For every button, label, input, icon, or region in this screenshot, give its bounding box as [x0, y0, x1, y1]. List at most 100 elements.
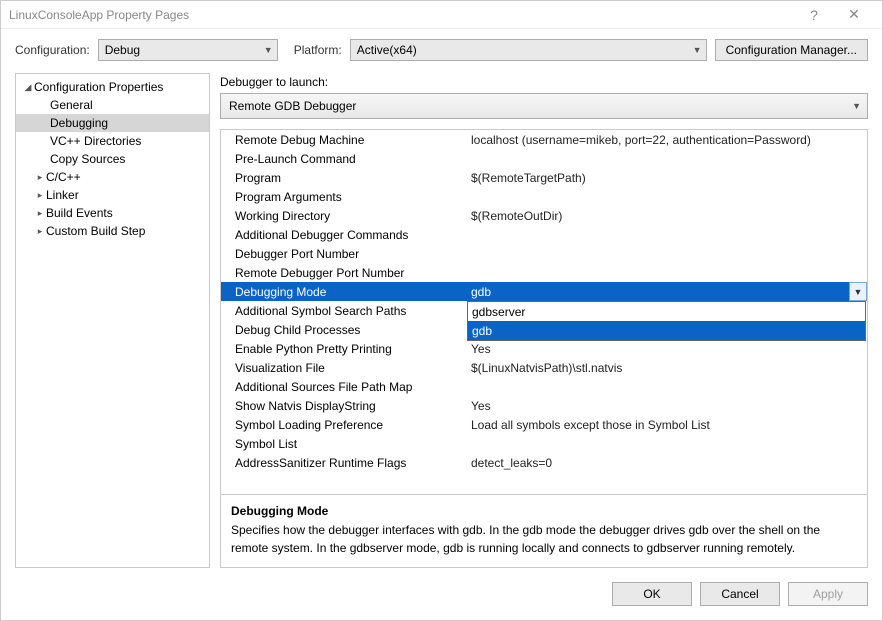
property-row[interactable]: Additional Debugger Commands [221, 225, 867, 244]
property-row[interactable]: Additional Sources File Path Map [221, 377, 867, 396]
dropdown-option[interactable]: gdbserver [468, 302, 865, 321]
property-name: Debug Child Processes [221, 323, 467, 337]
description-pane: Debugging Mode Specifies how the debugge… [221, 494, 867, 567]
tree-expand-icon[interactable]: ▸ [34, 190, 46, 201]
property-row[interactable]: Remote Debugger Port Number [221, 263, 867, 282]
property-row[interactable]: Visualization File$(LinuxNatvisPath)\stl… [221, 358, 867, 377]
property-row[interactable]: Pre-Launch Command [221, 149, 867, 168]
dropdown-button[interactable]: ▼ [849, 282, 867, 301]
tree-item[interactable]: ▸Custom Build Step [16, 222, 209, 240]
property-name: Program [221, 171, 467, 185]
configuration-value: Debug [105, 43, 140, 57]
property-name: Working Directory [221, 209, 467, 223]
tree-root[interactable]: ◢ Configuration Properties [16, 78, 209, 96]
titlebar: LinuxConsoleApp Property Pages ? ✕ [1, 1, 882, 29]
chevron-down-icon: ▼ [264, 45, 273, 55]
property-value[interactable]: Load all symbols except those in Symbol … [467, 418, 867, 432]
configuration-manager-button[interactable]: Configuration Manager... [715, 39, 868, 61]
property-name: Show Natvis DisplayString [221, 399, 467, 413]
property-row[interactable]: AddressSanitizer Runtime Flagsdetect_lea… [221, 453, 867, 472]
window-title: LinuxConsoleApp Property Pages [9, 8, 794, 22]
chevron-down-icon: ▼ [852, 101, 861, 111]
platform-value: Active(x64) [357, 43, 417, 57]
property-name: Visualization File [221, 361, 467, 375]
tree-item-label: C/C++ [46, 170, 81, 184]
property-value[interactable]: $(LinuxNatvisPath)\stl.natvis [467, 361, 867, 375]
platform-label: Platform: [294, 43, 342, 57]
nav-tree[interactable]: ◢ Configuration Properties General Debugg… [15, 73, 210, 568]
debugger-launch-combo[interactable]: Remote GDB Debugger ▼ [220, 93, 868, 119]
property-name: Additional Symbol Search Paths [221, 304, 467, 318]
cancel-button[interactable]: Cancel [700, 582, 780, 606]
tree-item[interactable]: Copy Sources [16, 150, 209, 168]
property-row[interactable]: Symbol List [221, 434, 867, 453]
description-heading: Debugging Mode [231, 503, 857, 520]
configuration-combo[interactable]: Debug ▼ [98, 39, 278, 61]
ok-button[interactable]: OK [612, 582, 692, 606]
property-name: Additional Sources File Path Map [221, 380, 467, 394]
property-name: Debugging Mode [221, 285, 467, 299]
tree-item[interactable]: VC++ Directories [16, 132, 209, 150]
property-value[interactable]: Yes [467, 399, 867, 413]
property-row[interactable]: Debugger Port Number [221, 244, 867, 263]
property-row[interactable]: Program Arguments [221, 187, 867, 206]
tree-item[interactable]: ▸Linker [16, 186, 209, 204]
apply-button: Apply [788, 582, 868, 606]
property-row[interactable]: Working Directory$(RemoteOutDir) [221, 206, 867, 225]
debugger-launch-value: Remote GDB Debugger [229, 99, 356, 113]
property-row[interactable]: Symbol Loading PreferenceLoad all symbol… [221, 415, 867, 434]
debugger-launch-label: Debugger to launch: [220, 73, 868, 93]
help-icon[interactable]: ? [794, 7, 834, 23]
tree-item[interactable]: ▸C/C++ [16, 168, 209, 186]
tree-item-label: Custom Build Step [46, 224, 145, 238]
property-name: Enable Python Pretty Printing [221, 342, 467, 356]
property-grid-container: Remote Debug Machinelocalhost (username=… [220, 129, 868, 568]
property-value[interactable]: $(RemoteTargetPath) [467, 171, 867, 185]
property-pages-dialog: LinuxConsoleApp Property Pages ? ✕ Confi… [0, 0, 883, 621]
tree-item-label: Build Events [46, 206, 113, 220]
tree-collapse-icon[interactable]: ◢ [22, 82, 34, 93]
tree-item-label: Debugging [50, 116, 108, 130]
property-row[interactable]: Enable Python Pretty PrintingYes [221, 339, 867, 358]
tree-item[interactable]: Debugging [16, 114, 209, 132]
dialog-body: ◢ Configuration Properties General Debugg… [1, 69, 882, 572]
tree-item[interactable]: General [16, 96, 209, 114]
property-row[interactable]: Debugging Modegdb [221, 282, 867, 301]
platform-combo[interactable]: Active(x64) ▼ [350, 39, 707, 61]
configuration-label: Configuration: [15, 43, 90, 57]
tree-item[interactable]: ▸Build Events [16, 204, 209, 222]
property-row[interactable]: Program$(RemoteTargetPath) [221, 168, 867, 187]
tree-expand-icon[interactable]: ▸ [34, 226, 46, 237]
tree-expand-icon[interactable]: ▸ [34, 172, 46, 183]
tree-root-label: Configuration Properties [34, 80, 163, 94]
dropdown-option[interactable]: gdb [468, 321, 865, 340]
chevron-down-icon: ▼ [693, 45, 702, 55]
tree-item-label: VC++ Directories [50, 134, 141, 148]
property-name: Pre-Launch Command [221, 152, 467, 166]
property-value[interactable]: $(RemoteOutDir) [467, 209, 867, 223]
property-value[interactable]: Yes [467, 342, 867, 356]
close-icon[interactable]: ✕ [834, 6, 874, 23]
tree-item-label: Copy Sources [50, 152, 125, 166]
tree-item-label: Linker [46, 188, 79, 202]
property-name: Remote Debugger Port Number [221, 266, 467, 280]
debugging-mode-dropdown[interactable]: gdbservergdb [467, 301, 866, 341]
property-value[interactable]: gdb [467, 285, 867, 299]
property-name: Program Arguments [221, 190, 467, 204]
property-name: Symbol Loading Preference [221, 418, 467, 432]
property-name: Symbol List [221, 437, 467, 451]
tree-item-label: General [50, 98, 93, 112]
property-row[interactable]: Remote Debug Machinelocalhost (username=… [221, 130, 867, 149]
property-row[interactable]: Show Natvis DisplayStringYes [221, 396, 867, 415]
property-value[interactable]: localhost (username=mikeb, port=22, auth… [467, 133, 867, 147]
tree-expand-icon[interactable]: ▸ [34, 208, 46, 219]
dialog-footer: OK Cancel Apply [1, 572, 882, 620]
property-name: AddressSanitizer Runtime Flags [221, 456, 467, 470]
right-panel: Debugger to launch: Remote GDB Debugger … [220, 73, 868, 568]
config-row: Configuration: Debug ▼ Platform: Active(… [1, 29, 882, 69]
property-value[interactable]: detect_leaks=0 [467, 456, 867, 470]
property-grid[interactable]: Remote Debug Machinelocalhost (username=… [221, 130, 867, 494]
property-name: Debugger Port Number [221, 247, 467, 261]
description-text: Specifies how the debugger interfaces wi… [231, 522, 857, 557]
property-name: Remote Debug Machine [221, 133, 467, 147]
